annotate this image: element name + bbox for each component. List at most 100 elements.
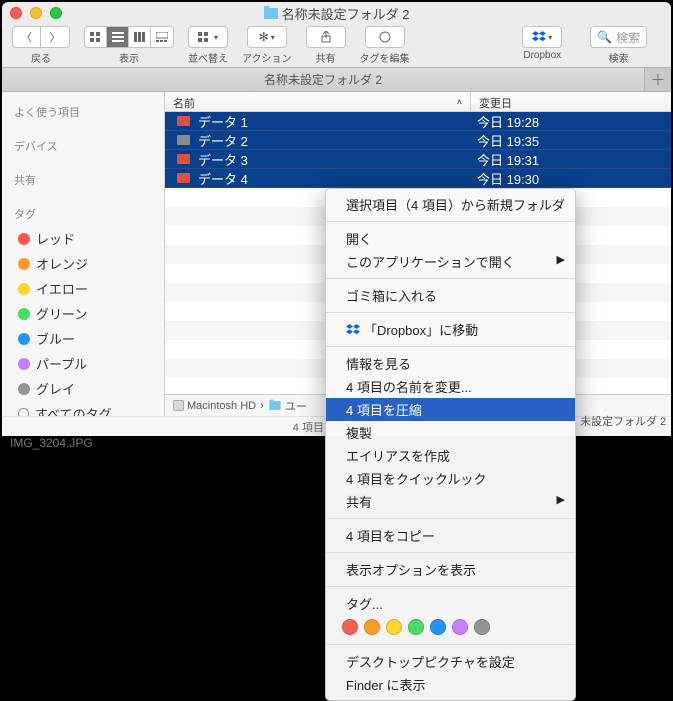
menu-tag-dot[interactable] xyxy=(408,619,424,635)
nav-buttons: 〈 〉 xyxy=(12,26,70,48)
back-button[interactable]: 〈 xyxy=(13,27,41,47)
tag-dot-icon xyxy=(18,283,30,295)
menu-item[interactable]: 複製 xyxy=(326,421,575,444)
window-title-text: 名称未設定フォルダ 2 xyxy=(282,4,410,23)
sidebar-favorites-head: よく使う項目 xyxy=(2,100,164,124)
menu-separator xyxy=(326,586,575,587)
view-label: 表示 xyxy=(119,50,139,65)
icon-view-button[interactable] xyxy=(85,27,107,47)
path-crumb[interactable]: ユー xyxy=(268,398,307,414)
tag-dot-icon xyxy=(18,333,30,345)
menu-item[interactable]: 4 項目をクイックルック xyxy=(326,467,575,490)
arrange-group: ▾ 並べ替え xyxy=(188,26,228,65)
tag-dot-icon xyxy=(18,308,30,320)
menu-tag-dot[interactable] xyxy=(430,619,446,635)
arrange-button[interactable]: ▾ xyxy=(188,26,228,48)
menu-item[interactable]: 選択項目（4 項目）から新規フォルダ xyxy=(326,193,575,216)
sidebar-tag-item[interactable]: オレンジ xyxy=(2,251,164,276)
menu-item[interactable]: 「Dropbox」に移動 xyxy=(326,318,575,341)
tag-dot-icon xyxy=(18,358,30,370)
sidebar-all-tags[interactable]: すべてのタグ... xyxy=(2,401,164,416)
context-menu: 選択項目（4 項目）から新規フォルダ開くこのアプリケーションで開く▶ ゴミ箱に入れ… xyxy=(325,188,576,701)
arrange-label: 並べ替え xyxy=(188,50,228,65)
path-crumb[interactable]: Macintosh HD xyxy=(173,400,256,412)
forward-button[interactable]: 〉 xyxy=(41,27,69,47)
menu-item[interactable]: 情報を見る xyxy=(326,352,575,375)
table-row[interactable]: データ 1今日 19:28 xyxy=(165,112,671,131)
menu-separator xyxy=(326,518,575,519)
tag-icon xyxy=(379,31,391,43)
list-view-button[interactable] xyxy=(107,27,129,47)
share-group: 共有 xyxy=(306,26,346,65)
file-icon xyxy=(177,173,190,183)
menu-tag-dot[interactable] xyxy=(474,619,490,635)
menu-item[interactable]: ゴミ箱に入れる xyxy=(326,284,575,307)
titlebar: 名称未設定フォルダ 2 xyxy=(2,2,671,24)
menu-item[interactable]: エイリアスを作成 xyxy=(326,444,575,467)
menu-item[interactable]: Finder に表示 xyxy=(326,673,575,696)
menu-item[interactable]: タグ... xyxy=(326,592,575,615)
sidebar-tags-head: タグ xyxy=(2,202,164,226)
menu-item[interactable]: このアプリケーションで開く▶ xyxy=(326,250,575,273)
action-label: アクション xyxy=(242,50,292,65)
path-sep: › xyxy=(260,400,264,412)
sidebar-tag-item[interactable]: グリーン xyxy=(2,301,164,326)
menu-separator xyxy=(326,644,575,645)
column-name[interactable]: 名前˄ xyxy=(165,92,471,111)
menu-item[interactable]: デスクトップピクチャを設定 xyxy=(326,650,575,673)
all-tags-icon xyxy=(18,408,29,416)
column-headers: 名前˄ 変更日 xyxy=(165,92,671,112)
search-input[interactable]: 🔍検索 xyxy=(590,26,647,48)
folder-icon xyxy=(264,8,278,19)
nav-group: 〈 〉 戻る xyxy=(12,26,70,65)
menu-item[interactable]: 4 項目をコピー xyxy=(326,524,575,547)
add-tab-button[interactable]: ＋ xyxy=(645,68,671,91)
column-modified[interactable]: 変更日 xyxy=(471,92,671,111)
path-crumb-last[interactable]: 未設定フォルダ 2 xyxy=(580,413,666,429)
view-group: 表示 xyxy=(84,26,174,65)
dropbox-button[interactable]: ▾ xyxy=(522,26,562,48)
menu-item[interactable]: 開く xyxy=(326,227,575,250)
sidebar-shared-head: 共有 xyxy=(2,168,164,192)
sidebar-tag-item[interactable]: イエロー xyxy=(2,276,164,301)
submenu-arrow-icon: ▶ xyxy=(557,493,565,506)
tags-label: タグを編集 xyxy=(360,50,410,65)
menu-item[interactable]: 共有▶ xyxy=(326,490,575,513)
menu-item[interactable]: 4 項目を圧縮 xyxy=(326,398,575,421)
column-view-button[interactable] xyxy=(129,27,151,47)
menu-item[interactable]: 表示オプションを表示 xyxy=(326,558,575,581)
table-row[interactable]: データ 3今日 19:31 xyxy=(165,150,671,169)
sidebar-tag-item[interactable]: グレイ xyxy=(2,376,164,401)
menu-separator xyxy=(326,346,575,347)
menu-item[interactable]: 4 項目の名前を変更... xyxy=(326,375,575,398)
tab-current[interactable]: 名称未設定フォルダ 2 xyxy=(2,68,645,91)
tag-dot-icon xyxy=(18,233,30,245)
sidebar-devices-head: デバイス xyxy=(2,134,164,158)
sidebar-tag-item[interactable]: レッド xyxy=(2,226,164,251)
dropbox-label: Dropbox xyxy=(523,50,561,61)
action-group: ✻▾ アクション xyxy=(242,26,292,65)
search-icon: 🔍 xyxy=(597,30,612,44)
menu-separator xyxy=(326,312,575,313)
gallery-view-button[interactable] xyxy=(151,27,173,47)
menu-tag-dot[interactable] xyxy=(386,619,402,635)
toolbar: 〈 〉 戻る 表示 ▾ 並べ替え ✻▾ アクション 共有 xyxy=(2,24,671,68)
action-button[interactable]: ✻▾ xyxy=(247,26,287,48)
sidebar-tag-item[interactable]: パープル xyxy=(2,351,164,376)
dropbox-group: ▾ Dropbox xyxy=(522,26,562,61)
table-row[interactable]: データ 2今日 19:35 xyxy=(165,131,671,150)
menu-separator xyxy=(326,552,575,553)
edit-tags-button[interactable] xyxy=(365,26,405,48)
share-button[interactable] xyxy=(306,26,346,48)
tag-dot-icon xyxy=(18,258,30,270)
menu-tag-dot[interactable] xyxy=(452,619,468,635)
share-icon xyxy=(320,31,332,43)
menu-separator xyxy=(326,278,575,279)
sidebar-tag-item[interactable]: ブルー xyxy=(2,326,164,351)
view-buttons xyxy=(84,26,174,48)
hd-icon xyxy=(173,400,184,411)
menu-tag-dot[interactable] xyxy=(342,619,358,635)
menu-tag-dot[interactable] xyxy=(364,619,380,635)
dropbox-icon xyxy=(532,31,546,43)
table-row[interactable]: データ 4今日 19:30 xyxy=(165,169,671,188)
